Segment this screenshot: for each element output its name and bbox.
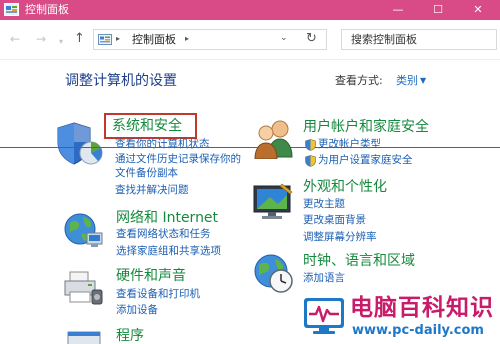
clock-globe-icon[interactable]: [253, 253, 295, 295]
address-field[interactable]: ▸ 控制面板 ▸ ⌄ ↻: [93, 29, 327, 50]
link-file-history-backup[interactable]: 通过文件历史记录保存你的: [115, 153, 241, 166]
link-homegroup-sharing[interactable]: 选择家庭组和共享选项: [116, 245, 221, 258]
pc-daily-logo-icon: [304, 298, 344, 334]
watermark: 电脑百科知识 www.pc-daily.com: [298, 291, 500, 344]
control-panel-icon: [4, 3, 19, 16]
network-globe-icon[interactable]: [62, 209, 104, 249]
close-button[interactable]: ✕: [458, 0, 498, 20]
navigation-bar: ← → ▾ ↑ ▸ 控制面板 ▸ ⌄ ↻ 搜索控制面板: [0, 20, 500, 60]
category-hardware-sound[interactable]: 硬件和声音: [116, 268, 186, 285]
up-arrow-icon[interactable]: ↑: [74, 32, 85, 46]
view-by-label: 查看方式:: [335, 74, 383, 87]
link-add-device[interactable]: 添加设备: [116, 304, 158, 317]
category-system-security[interactable]: 系统和安全: [112, 118, 182, 135]
link-family-safety[interactable]: 为用户设置家庭安全: [318, 154, 413, 167]
view-by-caret-icon[interactable]: ▼: [420, 76, 426, 85]
user-accounts-icon[interactable]: [250, 117, 298, 159]
link-change-desktop-background[interactable]: 更改桌面背景: [303, 214, 366, 227]
watermark-url: www.pc-daily.com: [352, 323, 484, 338]
category-appearance[interactable]: 外观和个性化: [303, 179, 387, 196]
link-devices-printers[interactable]: 查看设备和打印机: [116, 288, 200, 301]
category-clock-language-region[interactable]: 时钟、语言和区域: [303, 253, 415, 270]
uac-shield-icon: [305, 139, 316, 151]
link-file-history-backup-cont[interactable]: 文件备份副本: [115, 167, 178, 180]
category-user-accounts[interactable]: 用户帐户和家庭安全: [303, 119, 429, 136]
watermark-title: 电脑百科知识: [350, 295, 494, 321]
appearance-monitor-icon[interactable]: [250, 180, 296, 222]
hardware-printer-icon[interactable]: [62, 268, 104, 308]
address-dropdown-icon[interactable]: ⌄: [280, 33, 288, 43]
programs-icon[interactable]: [64, 326, 104, 344]
search-placeholder[interactable]: 搜索控制面板: [351, 33, 417, 47]
refresh-icon[interactable]: ↻: [306, 31, 317, 46]
link-view-computer-status[interactable]: 查看你的计算机状态: [115, 138, 210, 151]
link-view-network-status[interactable]: 查看网络状态和任务: [116, 228, 211, 241]
link-add-language[interactable]: 添加语言: [303, 272, 345, 285]
search-box[interactable]: 搜索控制面板: [341, 29, 497, 50]
system-security-icon[interactable]: [57, 120, 105, 166]
maximize-button[interactable]: ☐: [418, 0, 458, 20]
minimize-button[interactable]: —: [378, 0, 418, 20]
recent-locations-chevron-icon[interactable]: ▾: [59, 35, 63, 49]
breadcrumb-control-panel[interactable]: 控制面板: [132, 33, 176, 47]
window-title: 控制面板: [25, 3, 69, 16]
view-by-dropdown[interactable]: 类别: [396, 74, 418, 88]
breadcrumb-separator-icon[interactable]: ▸: [185, 34, 189, 43]
link-find-fix-problems[interactable]: 查找并解决问题: [115, 184, 189, 197]
category-network-internet[interactable]: 网络和 Internet: [116, 210, 218, 227]
forward-arrow-icon[interactable]: →: [36, 32, 46, 46]
link-adjust-resolution[interactable]: 调整屏幕分辨率: [303, 231, 377, 244]
page-heading: 调整计算机的设置: [65, 73, 177, 89]
breadcrumb-separator-icon[interactable]: ▸: [116, 34, 120, 43]
link-change-theme[interactable]: 更改主题: [303, 198, 345, 211]
link-change-account-type[interactable]: 更改帐户类型: [318, 138, 381, 151]
back-arrow-icon[interactable]: ←: [10, 32, 20, 46]
uac-shield-icon: [305, 155, 316, 167]
control-panel-icon: [98, 34, 112, 45]
category-programs[interactable]: 程序: [116, 328, 144, 344]
title-bar: 控制面板 — ☐ ✕: [0, 0, 500, 20]
